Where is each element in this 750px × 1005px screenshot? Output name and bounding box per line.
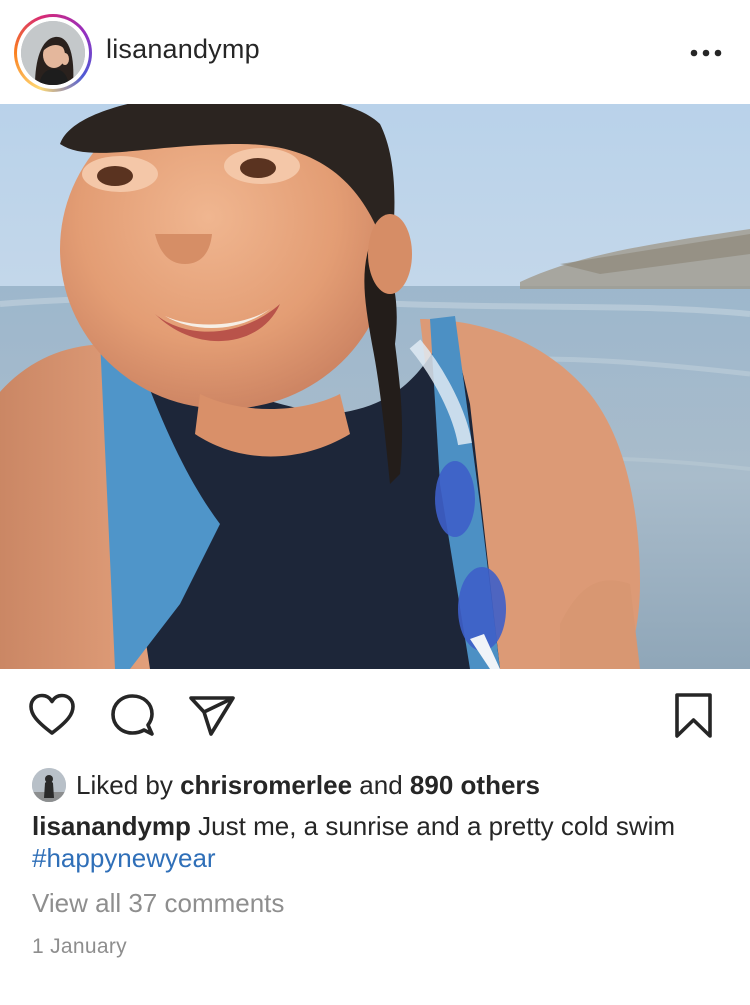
caption-hashtag[interactable]: #happynewyear: [32, 843, 216, 873]
like-button[interactable]: [26, 690, 78, 742]
liker-avatar[interactable]: [32, 768, 66, 802]
caption-username[interactable]: lisanandymp: [32, 811, 191, 841]
post-caption: lisanandymp Just me, a sunrise and a pre…: [32, 810, 722, 874]
post-actions: [0, 690, 750, 746]
view-comments-link[interactable]: View all 37 comments: [32, 888, 284, 919]
more-options-icon: [690, 49, 722, 57]
post-date: 1 January: [32, 935, 127, 958]
liked-by-prefix: Liked by: [76, 770, 173, 800]
liked-by-user-link[interactable]: chrisromerlee: [180, 770, 352, 800]
comment-button[interactable]: [106, 690, 158, 742]
post-photo[interactable]: [0, 104, 750, 669]
liked-and-text: and: [359, 770, 403, 800]
caption-text: Just me, a sunrise and a pretty cold swi…: [198, 811, 676, 841]
liker-avatar-picture: [32, 768, 66, 802]
share-button[interactable]: [186, 690, 238, 742]
post-image: [0, 104, 750, 669]
avatar-border: [17, 17, 89, 89]
story-ring[interactable]: [14, 14, 92, 92]
author-username[interactable]: lisanandymp: [106, 34, 260, 65]
post-header: lisanandymp: [0, 0, 750, 104]
likes-text: Liked by chrisromerlee and 890 others: [76, 770, 540, 801]
share-icon: [189, 696, 235, 736]
liked-others-link[interactable]: 890 others: [410, 770, 540, 800]
likes-row: Liked by chrisromerlee and 890 others: [32, 768, 732, 804]
bookmark-icon: [675, 693, 712, 738]
author-avatar[interactable]: [21, 21, 85, 85]
avatar-picture: [21, 21, 85, 85]
save-button[interactable]: [668, 690, 720, 742]
heart-icon: [29, 693, 75, 735]
more-options-button[interactable]: [684, 38, 728, 68]
comment-icon: [111, 694, 154, 736]
